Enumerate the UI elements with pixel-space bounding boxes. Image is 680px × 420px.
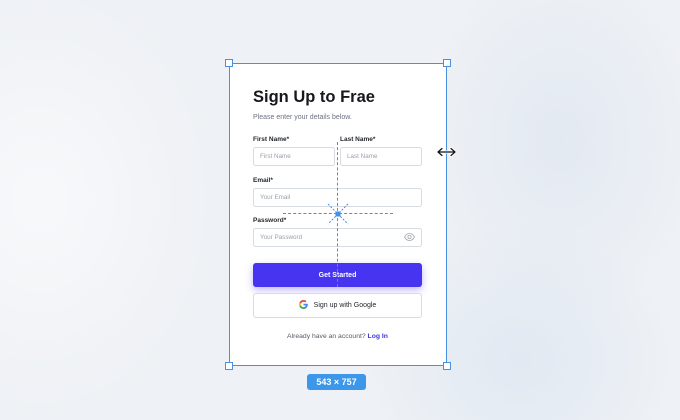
dimensions-badge: 543 × 757	[307, 374, 366, 390]
resize-horizontal-icon[interactable]	[436, 147, 457, 157]
crosshair-icon	[327, 203, 349, 225]
